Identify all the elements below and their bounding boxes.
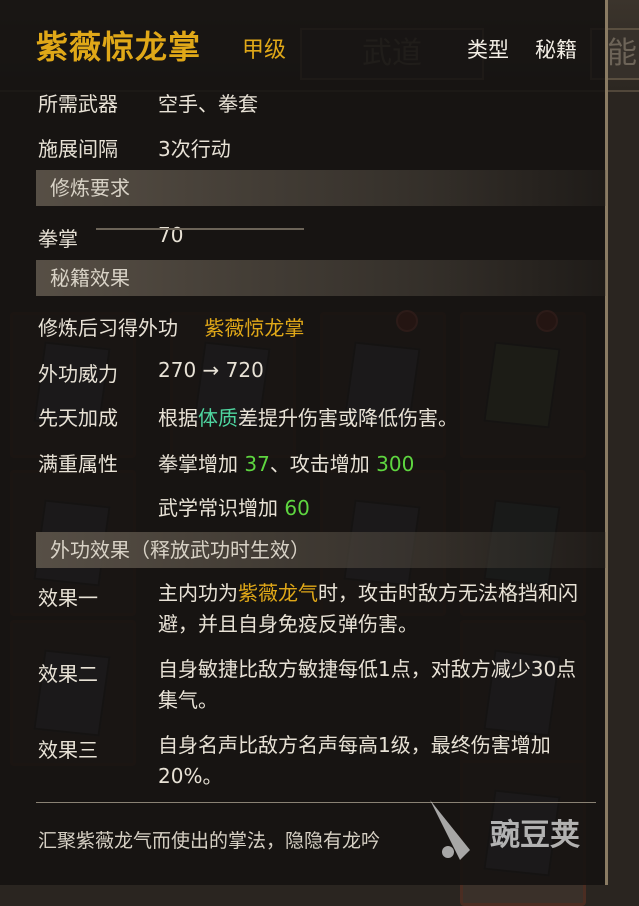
learn-row: 修炼后习得外功 紫薇惊龙掌 — [38, 312, 304, 341]
requirement-value: 70 — [158, 223, 184, 247]
effect2-label: 效果二 — [38, 662, 98, 686]
effect2-text: 自身敏捷比敌方敏捷每低1点，对敌方减少30点集气。 — [158, 657, 577, 712]
innate-post: 差提升伤害或降低伤害。 — [238, 406, 458, 430]
max-line1: 拳掌增加 37、攻击增加 300 — [158, 448, 414, 477]
innate-attr: 体质 — [198, 406, 238, 430]
learn-value: 紫薇惊龙掌 — [204, 316, 305, 340]
effect3-label: 效果三 — [38, 738, 98, 762]
effect1-pre: 主内功为 — [158, 581, 238, 605]
max-label: 满重属性 — [38, 452, 118, 476]
requirements-header: 修炼要求 — [36, 170, 606, 206]
watermark-text: 豌豆荚 — [490, 818, 580, 853]
innate-value: 根据体质差提升伤害或降低伤害。 — [158, 402, 458, 431]
max-line1-b-val: 300 — [376, 452, 415, 476]
required-weapon-value: 空手、拳套 — [158, 92, 258, 116]
max-line2-a-val: 60 — [284, 496, 310, 520]
max-line1-b: 、攻击增加 — [269, 452, 377, 476]
innate-pre: 根据 — [158, 406, 198, 430]
cast-interval-value: 3次行动 — [158, 137, 231, 161]
requirement-divider — [96, 228, 304, 230]
external-effects-header: 外功效果（释放武功时生效） — [36, 532, 606, 568]
effects-header: 秘籍效果 — [36, 260, 606, 296]
item-tooltip: 紫薇惊龙掌 甲级 类型 秘籍 所需武器 空手、拳套 施展间隔 3次行动 修炼要求… — [0, 0, 608, 885]
power-row: 外功威力 270 → 720 — [38, 358, 264, 387]
power-label: 外功威力 — [38, 362, 118, 386]
cast-interval-label: 施展间隔 — [38, 137, 118, 161]
effect3-text: 自身名声比敌方名声每高1级，最终伤害增加20%。 — [158, 733, 551, 788]
item-grade: 甲级 — [242, 38, 287, 63]
max-line2: 武学常识增加 60 — [158, 492, 310, 521]
requirement-row: 拳掌 70 — [38, 223, 183, 252]
max-line1-a: 拳掌增加 — [158, 452, 245, 476]
item-title: 紫薇惊龙掌 — [36, 28, 202, 66]
effect1-highlight: 紫薇龙气 — [238, 581, 318, 605]
cast-interval-row: 施展间隔 3次行动 — [38, 133, 231, 162]
innate-label: 先天加成 — [38, 406, 118, 430]
effect1-label: 效果一 — [38, 586, 98, 610]
required-weapon-row: 所需武器 空手、拳套 — [38, 88, 258, 117]
max-row: 满重属性 拳掌增加 37、攻击增加 300 — [38, 448, 414, 477]
innate-row: 先天加成 根据体质差提升伤害或降低伤害。 — [38, 402, 458, 431]
requirement-skill: 拳掌 — [38, 227, 78, 251]
type-label: 类型 — [467, 38, 509, 62]
max-line2-a: 武学常识增加 — [158, 496, 285, 520]
effect1-text: 主内功为紫薇龙气时，攻击时敌方无法格挡和闪避，并且自身免疫反弹伤害。 — [158, 578, 588, 640]
max-line1-a-val: 37 — [244, 452, 270, 476]
type-value: 秘籍 — [535, 38, 577, 62]
required-weapon-label: 所需武器 — [38, 92, 118, 116]
learn-label: 修炼后习得外功 — [38, 316, 178, 340]
power-value: 270 → 720 — [158, 358, 264, 382]
item-description: 汇聚紫薇龙气而使出的掌法，隐隐有龙吟 — [38, 830, 381, 852]
